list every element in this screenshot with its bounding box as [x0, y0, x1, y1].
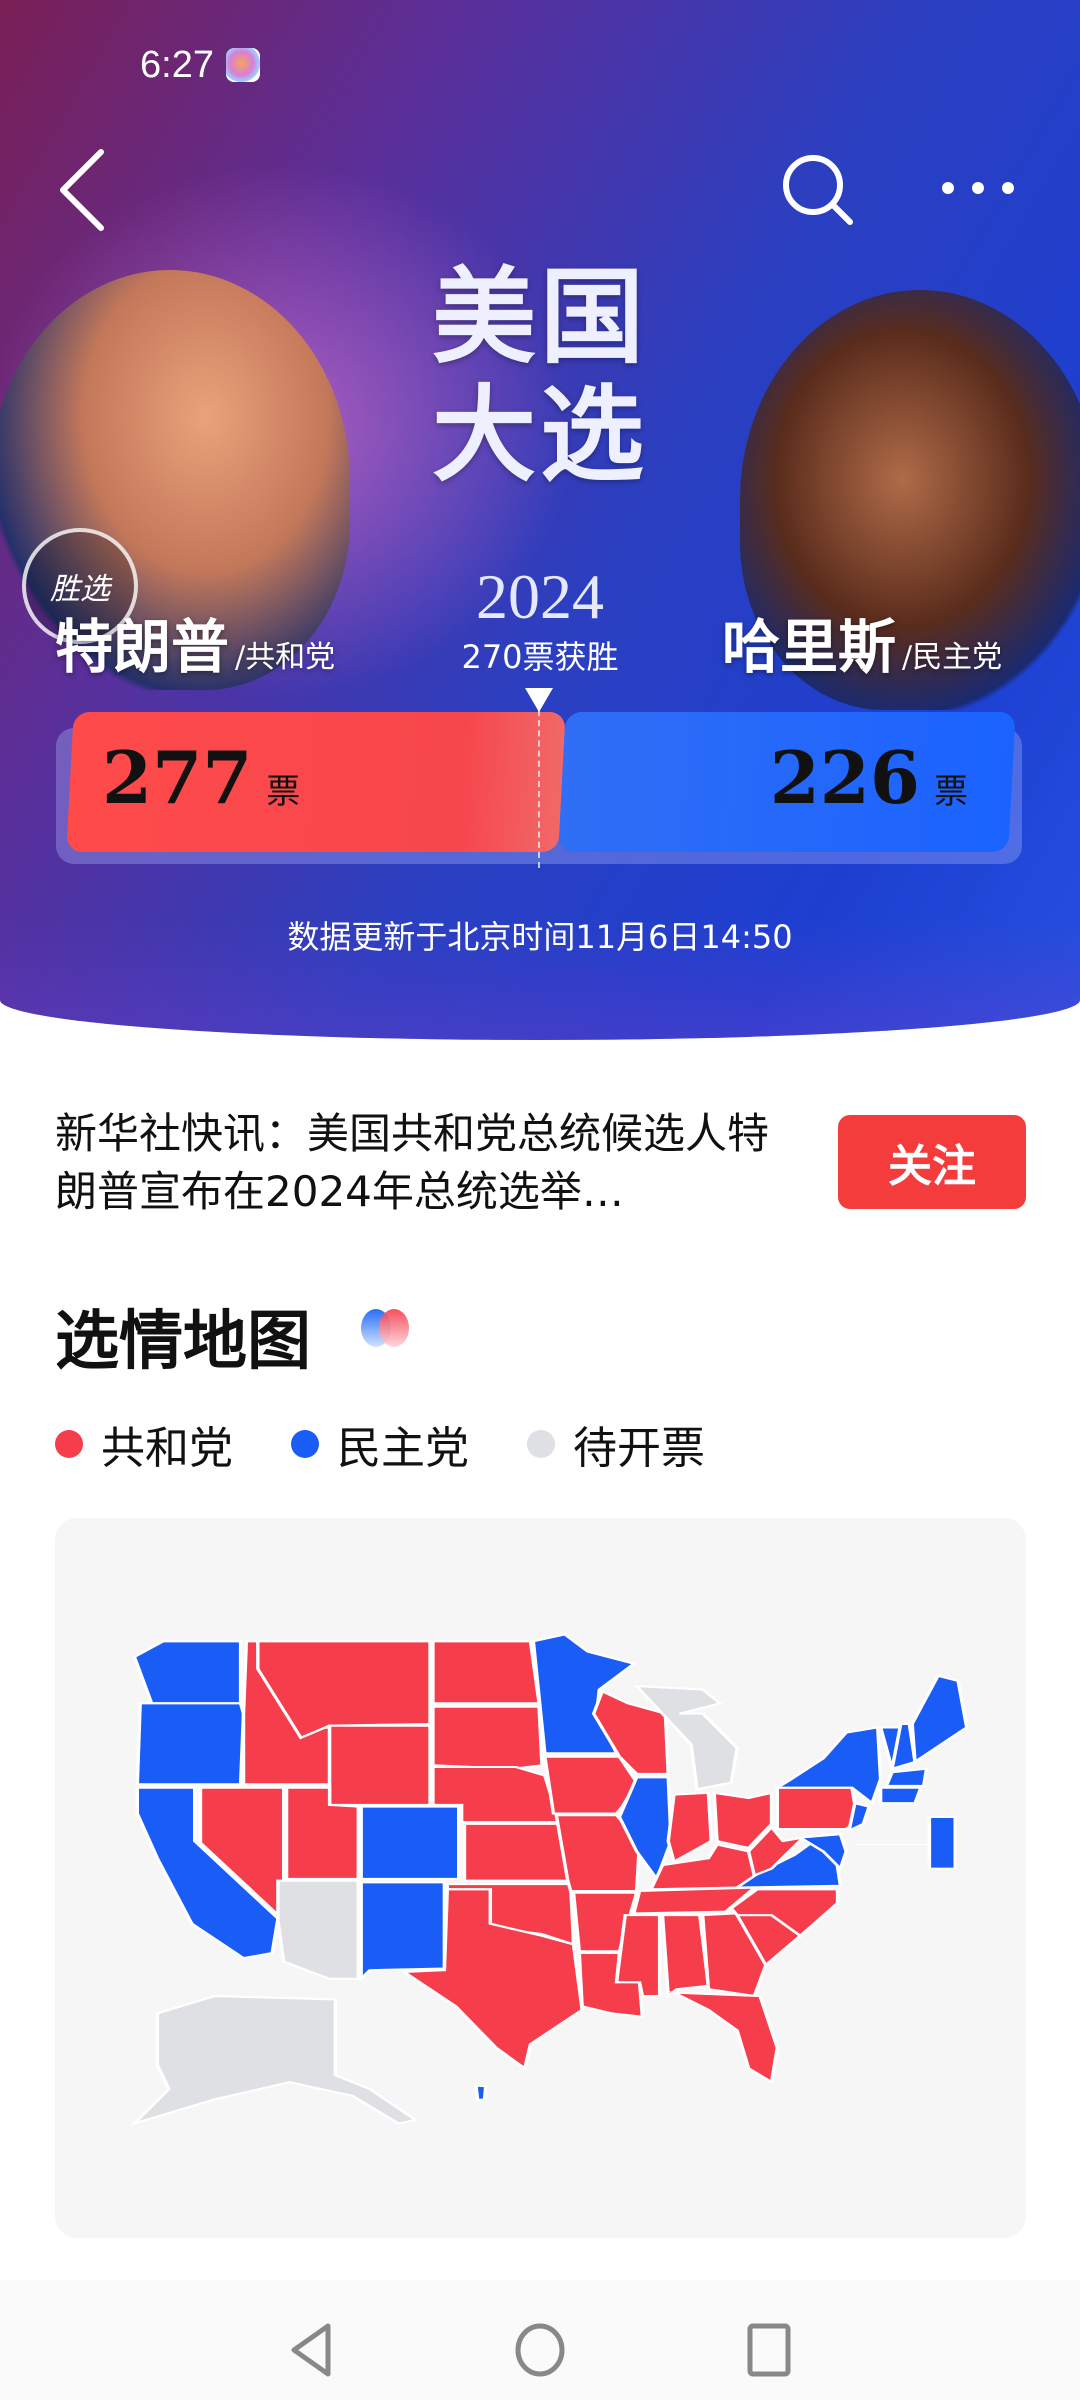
legend-republican: 共和党 — [55, 1412, 233, 1476]
harris-votes: 226 票 — [769, 735, 968, 820]
legend-democrat: 民主党 — [291, 1412, 469, 1476]
state-nm[interactable] — [359, 1881, 447, 1983]
legend-dot — [527, 1430, 555, 1458]
us-election-map[interactable] — [100, 1600, 1000, 2140]
nav-back-icon[interactable] — [286, 2322, 334, 2378]
state-al[interactable] — [660, 1914, 711, 1999]
map-legend: 共和党 民主党 待开票 — [55, 1412, 705, 1476]
system-nav-bar — [0, 2280, 1080, 2400]
status-time: 6:27 — [140, 44, 214, 86]
state-wy[interactable] — [327, 1724, 432, 1806]
app-notification-icon — [226, 48, 260, 82]
election-banner — [0, 0, 1080, 1040]
follow-button[interactable]: 关注 — [838, 1115, 1026, 1209]
threshold-line — [538, 700, 540, 868]
state-nd[interactable] — [431, 1640, 541, 1705]
state-or[interactable] — [135, 1702, 246, 1786]
state-hi[interactable] — [474, 2084, 488, 2102]
state-wa[interactable] — [132, 1640, 243, 1705]
state-dc[interactable] — [927, 1815, 957, 1870]
legend-pending: 待开票 — [527, 1412, 705, 1476]
nav-recents-icon[interactable] — [746, 2322, 792, 2378]
state-sd[interactable] — [431, 1705, 544, 1770]
trump-votes: 277 票 — [102, 735, 301, 820]
more-icon[interactable] — [938, 178, 1018, 198]
state-az[interactable] — [276, 1879, 361, 1980]
state-fl[interactable] — [668, 1991, 780, 2085]
state-ct[interactable] — [878, 1786, 923, 1805]
state-in[interactable] — [666, 1791, 714, 1864]
state-ks[interactable] — [462, 1822, 570, 1882]
update-time: 数据更新于北京时间11月6日14:50 — [287, 918, 793, 956]
state-ma[interactable] — [884, 1767, 929, 1788]
legend-dot — [291, 1430, 319, 1458]
candidate-harris: 哈里斯/民主党 — [722, 613, 1003, 681]
legend-dot — [55, 1430, 83, 1458]
map-section-title: 选情地图 — [55, 1305, 311, 1379]
banner-title: 美国 大选 — [431, 255, 648, 496]
state-ak[interactable] — [129, 1995, 419, 2126]
state-pa[interactable] — [775, 1786, 860, 1831]
state-co[interactable] — [359, 1805, 461, 1880]
nav-home-icon[interactable] — [514, 2322, 566, 2378]
search-icon[interactable] — [780, 152, 856, 228]
state-me[interactable] — [910, 1674, 969, 1765]
back-icon[interactable] — [55, 148, 109, 232]
candidate-trump: 特朗普/共和党 — [55, 613, 336, 681]
news-headline[interactable]: 新华社快讯：美国共和党总统候选人特朗普宣布在2024年总统选举… — [55, 1105, 785, 1221]
party-logo-icon — [361, 1309, 409, 1347]
